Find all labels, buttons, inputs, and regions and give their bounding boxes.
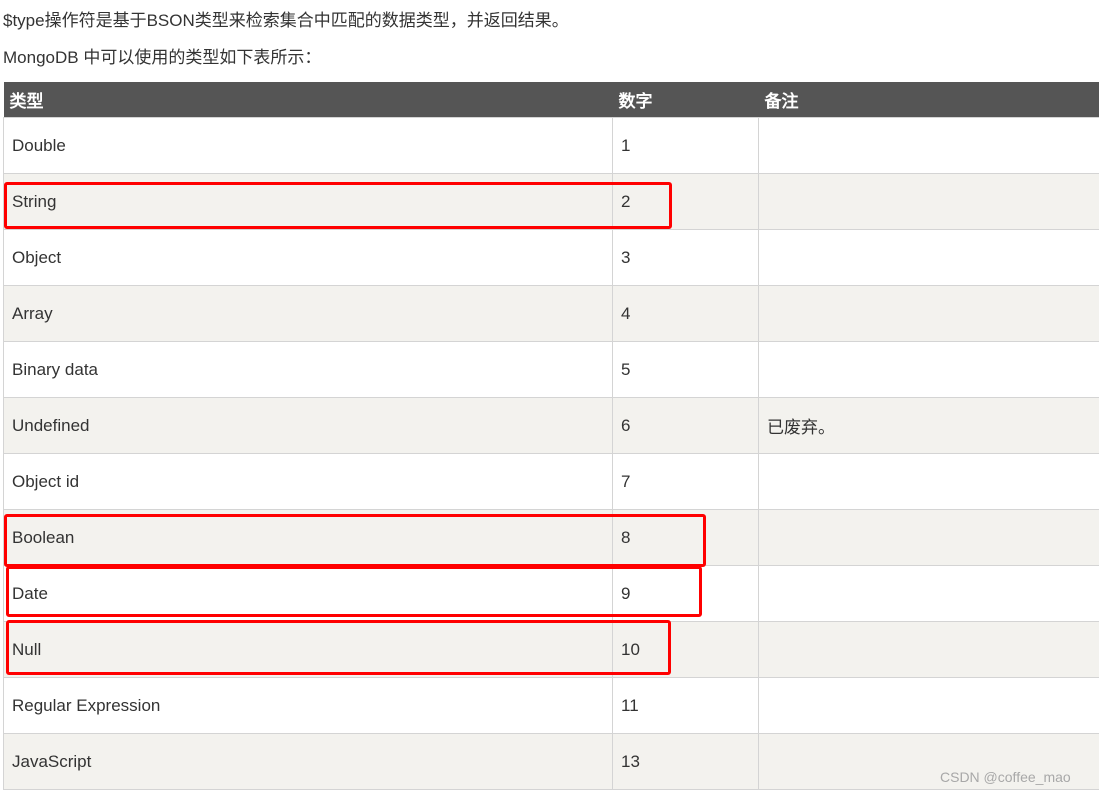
number-cell: 10	[612, 621, 759, 678]
number-cell: 2	[612, 173, 759, 230]
table-row: Binary data 5	[3, 341, 1099, 398]
table-row: Object 3	[3, 229, 1099, 286]
type-cell: Date	[3, 565, 613, 622]
type-cell: Null	[3, 621, 613, 678]
table-row: Object id 7	[3, 453, 1099, 510]
number-cell: 3	[612, 229, 759, 286]
column-header-note: 备注	[758, 82, 1099, 118]
type-cell: Binary data	[3, 341, 613, 398]
number-cell: 1	[612, 117, 759, 174]
note-cell: 已废弃。	[758, 397, 1099, 454]
number-cell: 7	[612, 453, 759, 510]
type-cell: String	[3, 173, 613, 230]
table-row: JavaScript 13	[3, 733, 1099, 790]
column-header-number: 数字	[612, 82, 759, 118]
bson-type-table: 类型 数字 备注 Double 1 String 2 Object 3 Arra…	[3, 82, 1099, 790]
note-cell	[758, 509, 1099, 566]
note-cell	[758, 677, 1099, 734]
csdn-watermark: CSDN @coffee_mao	[940, 769, 1071, 785]
table-row: Regular Expression 11	[3, 677, 1099, 734]
note-cell	[758, 117, 1099, 174]
number-cell: 5	[612, 341, 759, 398]
table-header-row: 类型 数字 备注	[3, 82, 1099, 118]
number-cell: 6	[612, 397, 759, 454]
table-row: Double 1	[3, 117, 1099, 174]
type-cell: Boolean	[3, 509, 613, 566]
table-row: Date 9	[3, 565, 1099, 622]
type-cell: Object id	[3, 453, 613, 510]
note-cell	[758, 565, 1099, 622]
number-cell: 9	[612, 565, 759, 622]
table-row: Undefined 6 已废弃。	[3, 397, 1099, 454]
number-cell: 11	[612, 677, 759, 734]
type-cell: Undefined	[3, 397, 613, 454]
type-cell: JavaScript	[3, 733, 613, 790]
note-cell	[758, 453, 1099, 510]
column-header-type: 类型	[3, 82, 613, 118]
intro-text-line-1: $type操作符是基于BSON类型来检索集合中匹配的数据类型，并返回结果。	[3, 11, 569, 30]
note-cell	[758, 621, 1099, 678]
table-row: String 2	[3, 173, 1099, 230]
note-cell	[758, 173, 1099, 230]
number-cell: 4	[612, 285, 759, 342]
note-cell	[758, 341, 1099, 398]
type-cell: Array	[3, 285, 613, 342]
type-cell: Object	[3, 229, 613, 286]
type-cell: Double	[3, 117, 613, 174]
table-row: Boolean 8	[3, 509, 1099, 566]
table-row: Array 4	[3, 285, 1099, 342]
type-cell: Regular Expression	[3, 677, 613, 734]
number-cell: 13	[612, 733, 759, 790]
table-row: Null 10	[3, 621, 1099, 678]
intro-text-line-2: MongoDB 中可以使用的类型如下表所示：	[3, 48, 322, 67]
number-cell: 8	[612, 509, 759, 566]
note-cell	[758, 285, 1099, 342]
note-cell	[758, 229, 1099, 286]
